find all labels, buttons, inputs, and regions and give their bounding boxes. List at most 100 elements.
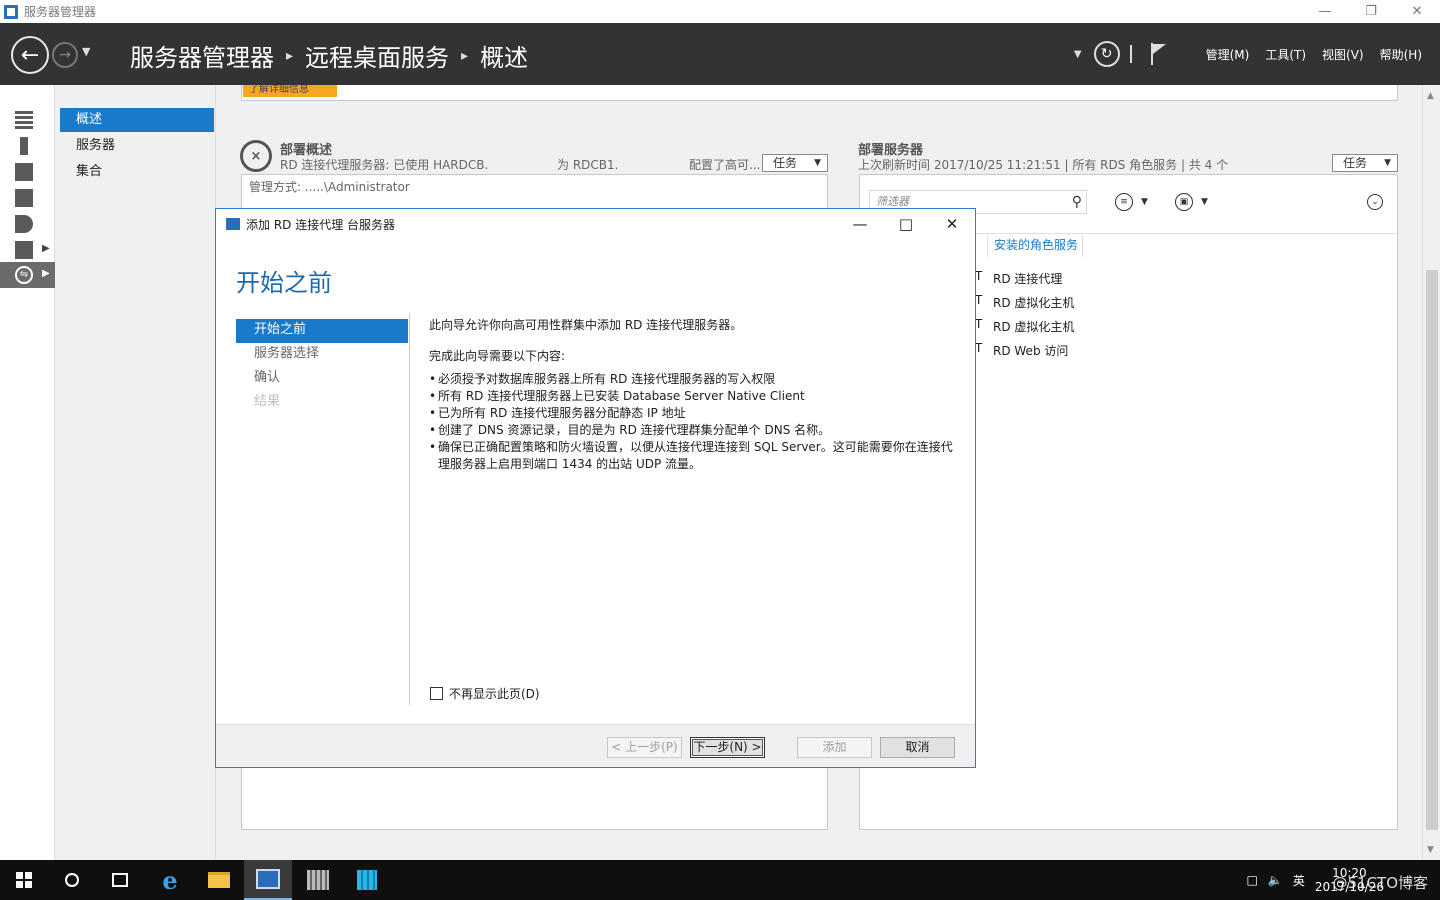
taskbar-server-manager[interactable]: [244, 860, 292, 900]
forward-button[interactable]: →: [52, 42, 78, 68]
watermark: @51CTO博客: [1332, 874, 1428, 892]
local-server-icon[interactable]: [20, 137, 28, 155]
rds-nav-list: 概述 服务器 集合: [56, 85, 216, 860]
breadcrumb-server-manager[interactable]: 服务器管理器: [130, 38, 274, 73]
add-button: 添加: [797, 737, 872, 758]
breadcrumb: 服务器管理器 ▸ 远程桌面服务 ▸ 概述: [130, 38, 528, 73]
role-row[interactable]: RD 虚拟化主机: [993, 294, 1074, 311]
save-query-icon[interactable]: ▣: [1175, 193, 1193, 211]
requirement-item: 创建了 DNS 资源记录，目的是为 RD 连接代理群集分配单个 DNS 名称。: [429, 422, 959, 439]
role-row[interactable]: RD 连接代理: [993, 270, 1062, 287]
maximize-button[interactable]: □: [883, 209, 929, 239]
nav-item-collections[interactable]: 集合: [60, 160, 214, 184]
breadcrumb-overview[interactable]: 概述: [480, 38, 528, 73]
arrow-right-icon: →: [59, 47, 71, 63]
network-tray-icon[interactable]: □: [1247, 873, 1258, 887]
search-button[interactable]: [48, 860, 96, 900]
step-before-you-begin[interactable]: 开始之前: [236, 319, 408, 343]
start-button[interactable]: [0, 860, 48, 900]
breadcrumb-rds[interactable]: 远程桌面服务: [305, 38, 449, 73]
requirements-title: 完成此向导需要以下内容:: [429, 349, 566, 363]
minimize-button[interactable]: —: [1302, 0, 1348, 23]
role-row[interactable]: RD 虚拟化主机: [993, 318, 1074, 335]
learn-more-tab[interactable]: 了解详细信息: [243, 85, 337, 97]
task-view-icon: [112, 873, 128, 887]
volume-muted-icon[interactable]: 🔈: [1268, 873, 1283, 887]
main-scrollbar[interactable]: ▲ ▼: [1422, 85, 1440, 860]
menu-view[interactable]: 视图(V): [1322, 46, 1364, 63]
minimize-button[interactable]: —: [837, 209, 883, 239]
dialog-button-bar: < 上一步(P) 下一步(N) > 添加 取消: [216, 724, 975, 767]
taskbar-rds[interactable]: [343, 860, 391, 900]
cancel-button[interactable]: 取消: [880, 737, 955, 758]
all-servers-icon[interactable]: [15, 163, 33, 181]
file-storage-icon[interactable]: [15, 215, 33, 233]
servers-tasks-button[interactable]: 任务 ▼: [1332, 154, 1398, 172]
taskbar-ie[interactable]: e: [146, 860, 194, 900]
chevron-down-icon[interactable]: ▼: [1201, 197, 1208, 207]
history-dropdown-icon[interactable]: ▼: [82, 45, 90, 58]
window-controls: — ❐ ✕: [1302, 0, 1440, 23]
requirement-item: 已为所有 RD 连接代理服务器分配静态 IP 地址: [429, 405, 959, 422]
next-button[interactable]: 下一步(N) >: [690, 737, 765, 758]
ad-ds-icon[interactable]: [15, 189, 33, 207]
step-server-selection[interactable]: 服务器选择: [236, 343, 408, 367]
list-options-icon[interactable]: ≡: [1115, 193, 1133, 211]
window-titlebar: 服务器管理器 — ❐ ✕: [0, 0, 1440, 23]
iis-icon[interactable]: [15, 241, 33, 259]
notifications-flag-icon[interactable]: [1150, 43, 1166, 65]
chevron-right-icon: ▸: [286, 47, 294, 64]
task-view-button[interactable]: [96, 860, 144, 900]
refresh-icon[interactable]: ↻: [1093, 41, 1120, 67]
window-title: 服务器管理器: [24, 5, 97, 19]
deployment-servers-subtitle: 上次刷新时间 2017/10/25 11:21:51 | 所有 RDS 角色服务…: [858, 158, 1229, 172]
rds-nav-selected[interactable]: ⇋ ▶: [0, 262, 55, 288]
column-header-installed-roles[interactable]: 安装的角色服务: [987, 235, 1083, 257]
nav-item-servers[interactable]: 服务器: [60, 134, 214, 158]
expand-arrow-icon: ▶: [42, 268, 50, 279]
chevron-down-icon: ▼: [814, 158, 821, 168]
close-button[interactable]: ✕: [929, 209, 975, 239]
tasks-label: 任务: [773, 156, 798, 170]
deployment-overview-subtitle-end: 配置了高可...: [689, 158, 761, 172]
chevron-down-icon: ▼: [1384, 158, 1391, 168]
icon-strip: ▶ ⇋ ▶: [0, 85, 55, 860]
welcome-panel: [241, 85, 1398, 101]
chevron-down-icon[interactable]: ▼: [1141, 197, 1148, 207]
scroll-down-icon[interactable]: ▼: [1427, 845, 1434, 855]
menu-tools[interactable]: 工具(T): [1265, 46, 1306, 63]
nav-item-overview[interactable]: 概述: [60, 108, 214, 132]
step-confirmation[interactable]: 确认: [236, 367, 408, 391]
expand-arrow-icon[interactable]: ▶: [42, 243, 50, 254]
search-icon[interactable]: ⚲: [1072, 191, 1082, 213]
overview-tasks-button[interactable]: 任务 ▼: [762, 154, 828, 172]
menu-help[interactable]: 帮助(H): [1380, 46, 1422, 63]
taskbar: e □ 🔈 英 10:20 2017/10/26: [0, 860, 1440, 900]
scroll-thumb[interactable]: [1426, 270, 1438, 830]
step-results: 结果: [254, 394, 281, 409]
taskbar-network[interactable]: [294, 860, 342, 900]
back-button[interactable]: ←: [11, 36, 49, 74]
server-manager-icon: [256, 869, 280, 889]
menu-manage[interactable]: 管理(M): [1206, 46, 1250, 63]
deployment-overview-icon: ×: [240, 140, 272, 172]
dialog-title: 添加 RD 连接代理 台服务器: [246, 218, 396, 232]
expand-icon[interactable]: ⌄: [1367, 194, 1383, 210]
filter-placeholder: 筛选器: [876, 195, 909, 208]
restore-button[interactable]: ❐: [1348, 0, 1394, 23]
divider: [409, 313, 410, 705]
tasks-label: 任务: [1343, 156, 1368, 170]
checkbox-box[interactable]: [430, 687, 443, 700]
requirement-item: 确保已正确配置策略和防火墙设置，以便从连接代理连接到 SQL Server。这可…: [429, 439, 959, 473]
scroll-up-icon[interactable]: ▲: [1427, 91, 1434, 101]
taskbar-explorer[interactable]: [195, 860, 243, 900]
rds-tool-icon: [357, 870, 377, 890]
dont-show-again-checkbox[interactable]: 不再显示此页(D): [430, 685, 540, 702]
internet-explorer-icon: e: [162, 865, 178, 895]
role-row[interactable]: RD Web 访问: [993, 342, 1068, 359]
ime-indicator[interactable]: 英: [1293, 872, 1305, 889]
dashboard-icon[interactable]: [15, 111, 33, 129]
chevron-down-icon[interactable]: ▼: [1074, 49, 1082, 60]
close-button[interactable]: ✕: [1394, 0, 1440, 23]
search-icon: [65, 873, 79, 887]
